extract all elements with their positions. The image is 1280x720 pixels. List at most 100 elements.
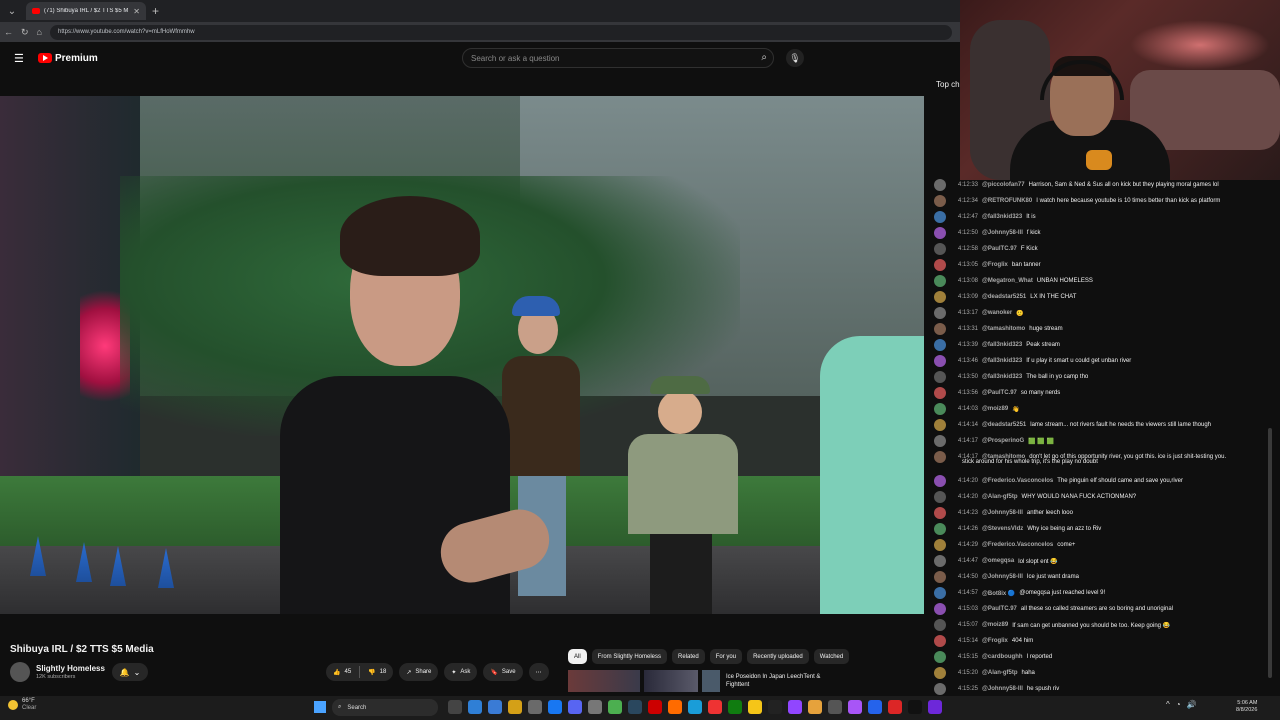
chat-avatar[interactable] xyxy=(934,243,946,255)
taskbar-search[interactable]: ⌕ Search xyxy=(332,699,438,716)
chat-avatar[interactable] xyxy=(934,307,946,319)
browser-tab[interactable]: (71) Shibuya IRL / $2 TTS $5 M ✕ xyxy=(26,2,146,20)
system-clock[interactable]: 5:06 AM 8/8/2026 xyxy=(1236,700,1257,714)
recommendation-thumbnail[interactable] xyxy=(644,670,698,692)
chat-author[interactable]: @Froglix xyxy=(982,638,1008,644)
copilot-icon[interactable] xyxy=(468,700,482,714)
recommendation-thumbnail[interactable] xyxy=(568,670,640,692)
thumbs-down-icon[interactable]: 👎 xyxy=(368,669,375,676)
edge-icon[interactable] xyxy=(488,700,502,714)
chat-avatar[interactable] xyxy=(934,683,946,695)
chip-recently-uploaded[interactable]: Recently uploaded xyxy=(747,649,809,664)
chat-avatar[interactable] xyxy=(934,211,946,223)
chat-author[interactable]: @Johnny58-lll xyxy=(982,574,1023,580)
chat-avatar[interactable] xyxy=(934,387,946,399)
back-icon[interactable]: ← xyxy=(4,27,13,37)
store-icon[interactable] xyxy=(528,700,542,714)
like-dislike-button[interactable]: 👍 45 👎 18 xyxy=(326,663,394,681)
chat-author[interactable]: @ProsperinoG xyxy=(982,438,1024,444)
windows-start-icon[interactable] xyxy=(314,701,326,713)
weather-widget[interactable]: 66°F Clear xyxy=(8,698,36,712)
chat-author[interactable]: @Bot8ix 🔵 xyxy=(982,590,1015,597)
adobe-icon[interactable] xyxy=(708,700,722,714)
chat-avatar[interactable] xyxy=(934,403,946,415)
chat-author[interactable]: @Alan-gf5tp xyxy=(982,494,1018,500)
chat-avatar[interactable] xyxy=(934,491,946,503)
chat-avatar[interactable] xyxy=(934,587,946,599)
url-field[interactable]: https://www.youtube.com/watch?v=mLfHoWfm… xyxy=(49,24,952,40)
chat-author[interactable]: @PaulTC.97 xyxy=(982,606,1017,612)
chat-author[interactable]: @fall3nkid323 xyxy=(982,342,1022,348)
chat-author[interactable]: @Johnny58-lll xyxy=(982,510,1023,516)
app-icon[interactable] xyxy=(888,700,902,714)
menu-icon[interactable]: ☰ xyxy=(14,52,30,65)
chat-avatar[interactable] xyxy=(934,371,946,383)
discord-icon[interactable] xyxy=(568,700,582,714)
steam-icon[interactable] xyxy=(628,700,642,714)
chat-author[interactable]: @RETROFUNK80 xyxy=(982,198,1032,204)
volume-icon[interactable]: 🔊 xyxy=(1187,700,1197,709)
chat-author[interactable]: @fall3nkid323 xyxy=(982,374,1022,380)
chat-avatar[interactable] xyxy=(934,539,946,551)
chat-avatar[interactable] xyxy=(934,523,946,535)
file-explorer-icon[interactable] xyxy=(508,700,522,714)
chat-avatar[interactable] xyxy=(934,291,946,303)
settings-icon[interactable] xyxy=(828,700,842,714)
chat-avatar[interactable] xyxy=(934,323,946,335)
obs-icon[interactable] xyxy=(768,700,782,714)
wifi-icon[interactable]: ◔ xyxy=(1176,700,1181,709)
chat-author[interactable]: @wanoker xyxy=(982,310,1012,316)
chat-author[interactable]: @Froglix xyxy=(982,262,1008,268)
more-options-button[interactable]: ⋯ xyxy=(528,663,549,681)
firefox-icon[interactable] xyxy=(668,700,682,714)
chat-header[interactable]: Top ch xyxy=(936,80,960,89)
chat-avatar[interactable] xyxy=(934,195,946,207)
chat-author[interactable]: @StevensVldz xyxy=(982,526,1023,532)
chat-avatar[interactable] xyxy=(934,355,946,367)
save-button[interactable]: 🔖 Save xyxy=(483,663,523,681)
chat-author[interactable]: @PaulTC.97 xyxy=(982,246,1017,252)
chat-avatar[interactable] xyxy=(934,475,946,487)
chat-avatar[interactable] xyxy=(934,603,946,615)
microphone-icon[interactable]: 🎙 xyxy=(786,49,804,67)
chat-author[interactable]: @fall3nkid323 xyxy=(982,358,1022,364)
chevron-up-icon[interactable]: ^ xyxy=(1166,700,1170,709)
chat-avatar[interactable] xyxy=(934,555,946,567)
app-icon[interactable] xyxy=(848,700,862,714)
video-player[interactable] xyxy=(0,96,924,614)
chat-avatar[interactable] xyxy=(934,179,946,191)
chrome-icon[interactable] xyxy=(608,700,622,714)
chat-avatar[interactable] xyxy=(934,507,946,519)
channel-name[interactable]: Slightly Homeless xyxy=(36,664,105,673)
chat-author[interactable]: @deadstar5251 xyxy=(982,294,1026,300)
close-tab-icon[interactable]: ✕ xyxy=(133,7,140,16)
chip-related[interactable]: Related xyxy=(672,649,705,664)
chat-avatar[interactable] xyxy=(934,227,946,239)
thumbs-up-icon[interactable]: 👍 xyxy=(333,669,340,676)
chip-from-channel[interactable]: From Slightly Homeless xyxy=(591,649,668,664)
recommendation-title[interactable]: Ice Poseidon In Japan LeechTent & Fightt… xyxy=(726,673,846,689)
chat-author[interactable]: @moiz89 xyxy=(982,622,1008,628)
chip-all[interactable]: All xyxy=(568,649,587,664)
chat-author[interactable]: @tamashitomo xyxy=(982,326,1025,332)
recommendation-thumbnail[interactable] xyxy=(702,670,720,692)
twitch-icon[interactable] xyxy=(788,700,802,714)
chat-author[interactable]: @moiz89 xyxy=(982,406,1008,412)
chat-author[interactable]: @fall3nkid323 xyxy=(982,214,1022,220)
app-icon[interactable] xyxy=(808,700,822,714)
chat-author[interactable]: @piccolofan77 xyxy=(982,182,1025,188)
chat-avatar[interactable] xyxy=(934,259,946,271)
chat-author[interactable]: @Johnny58-lll xyxy=(982,686,1023,692)
chat-avatar[interactable] xyxy=(934,339,946,351)
app-icon[interactable] xyxy=(928,700,942,714)
notification-bell-button[interactable]: 🔔 ⌄ xyxy=(112,663,148,681)
app-icon[interactable] xyxy=(868,700,882,714)
chat-author[interactable]: @Frederico.Vasconcelos xyxy=(982,542,1053,548)
search-icon[interactable]: ⌕ xyxy=(761,52,767,63)
chat-avatar[interactable] xyxy=(934,419,946,431)
ask-button[interactable]: ✦ Ask xyxy=(444,663,478,681)
xbox-icon[interactable] xyxy=(728,700,742,714)
youtube-icon[interactable] xyxy=(648,700,662,714)
search-input[interactable]: Search or ask a question ⌕ xyxy=(462,48,774,68)
app-icon[interactable] xyxy=(688,700,702,714)
